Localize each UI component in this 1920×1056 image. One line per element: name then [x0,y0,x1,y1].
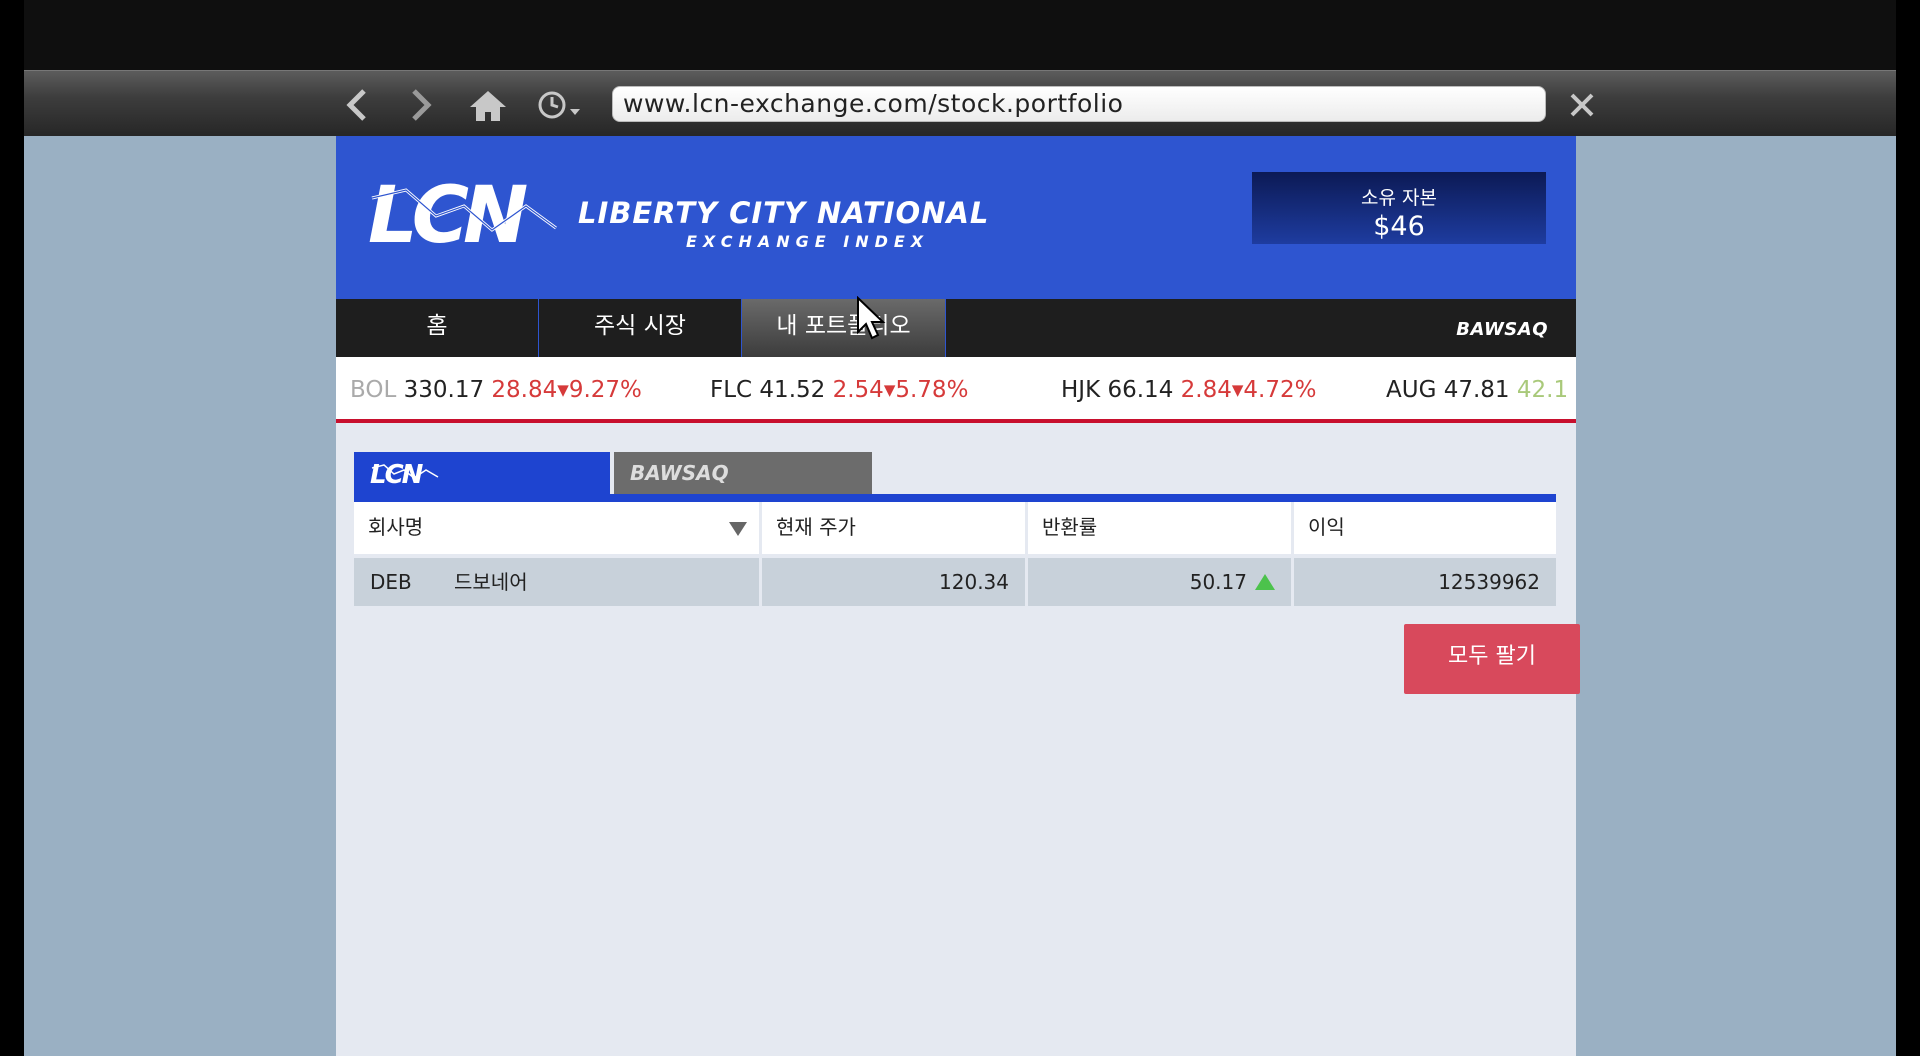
lcn-site: LCN LIBERTY CITY NATIONAL EXCHANGE INDEX… [336,136,1580,1056]
close-browser-button[interactable] [1562,85,1602,125]
down-arrow-icon: ▼ [557,381,569,399]
chevron-left-icon [346,89,366,121]
capital-value: $46 [1373,211,1425,242]
column-header-price[interactable]: 현재 주가 [762,502,1025,554]
forward-button[interactable] [402,85,438,125]
company-cell: DEB 드보네어 [354,558,759,606]
tab-lcn[interactable]: LCN [354,452,610,494]
sort-down-icon[interactable] [729,522,747,536]
table-row[interactable]: DEB 드보네어 120.34 50.17 12539962 [354,558,1556,606]
ticker-symbol: AUG [1386,377,1437,403]
ticker-symbol: BOL [350,377,397,403]
history-button[interactable] [534,85,586,125]
mouse-cursor-icon [857,296,886,340]
table-header-row: 회사명 현재 주가 반환률 이익 [354,502,1556,554]
return-value: 50.17 [1189,570,1247,594]
ticker-percent: 4.72% [1243,377,1317,403]
tab-my-portfolio[interactable]: 내 포트폴리오 [742,299,946,357]
home-button[interactable] [466,85,510,125]
stock-ticker: BOL 330.17 28.84▼9.27% FLC 41.52 2.54▼5.… [336,357,1576,423]
up-arrow-icon [1255,574,1275,590]
browser-toolbar: www.lcn-exchange.com/stock.portfolio [24,70,1896,137]
company-name: 드보네어 [454,570,528,594]
tab-home[interactable]: 홈 [336,299,539,357]
return-cell: 50.17 [1028,558,1291,606]
ticker-item[interactable]: BOL 330.17 28.84▼9.27% [350,377,642,403]
exchange-tabs: LCN BAWSAQ [354,452,1556,502]
brand-name: LIBERTY CITY NATIONAL [578,196,990,230]
chevron-right-icon [412,89,432,121]
column-label: 회사명 [368,515,424,539]
ticker-change: 42.1 [1516,377,1569,403]
capital-panel: 소유 자본 $46 [1252,172,1546,244]
bawsaq-link[interactable]: BAWSAQ [1456,319,1548,340]
tab-stock-market[interactable]: 주식 시장 [539,299,742,357]
ticker-item[interactable]: AUG 47.81 42.1 [1386,377,1568,403]
tab-bawsaq[interactable]: BAWSAQ [614,452,872,494]
ticker-percent: 5.78% [895,377,969,403]
column-header-company[interactable]: 회사명 [354,502,759,554]
column-header-profit[interactable]: 이익 [1294,502,1556,554]
ticker-symbol: FLC [710,377,753,403]
column-header-return[interactable]: 반환률 [1028,502,1291,554]
sell-all-button[interactable]: 모두 팔기 [1404,624,1580,694]
ticker-divider [336,419,1576,423]
ticker-change: 28.84 [491,377,558,403]
ticker-item[interactable]: FLC 41.52 2.54▼5.78% [710,377,968,403]
capital-label: 소유 자본 [1361,187,1437,209]
close-icon [1570,93,1594,117]
ticker-change: 2.84 [1180,377,1232,403]
lcn-logo-small: LCN [370,460,439,486]
tabs-underline [354,494,1556,502]
price-cell: 120.34 [762,558,1025,606]
url-input[interactable]: www.lcn-exchange.com/stock.portfolio [612,86,1546,122]
brand-subtitle: EXCHANGE INDEX [686,232,930,251]
down-arrow-icon: ▼ [883,381,896,399]
company-ticker: DEB [370,570,412,594]
profit-cell: 12539962 [1294,558,1556,606]
main-nav: 홈 주식 시장 내 포트폴리오 BAWSAQ [336,299,1576,357]
ticker-price: 41.52 [759,377,826,403]
ticker-price: 330.17 [403,377,485,403]
back-button[interactable] [340,85,376,125]
svg-text:LCN: LCN [368,176,527,251]
ticker-price: 66.14 [1107,377,1174,403]
ticker-change: 2.54 [832,377,884,403]
ticker-price: 47.81 [1443,377,1510,403]
ticker-symbol: HJK [1061,377,1101,403]
clock-icon [538,91,580,119]
home-icon [470,91,506,121]
ticker-item[interactable]: HJK 66.14 2.84▼4.72% [1061,377,1317,403]
site-header: LCN LIBERTY CITY NATIONAL EXCHANGE INDEX… [336,136,1576,299]
lcn-logo: LCN [368,176,557,251]
ticker-percent: 9.27% [568,377,642,403]
down-arrow-icon: ▼ [1231,381,1244,399]
game-screen: www.lcn-exchange.com/stock.portfolio LCN… [24,0,1896,1056]
